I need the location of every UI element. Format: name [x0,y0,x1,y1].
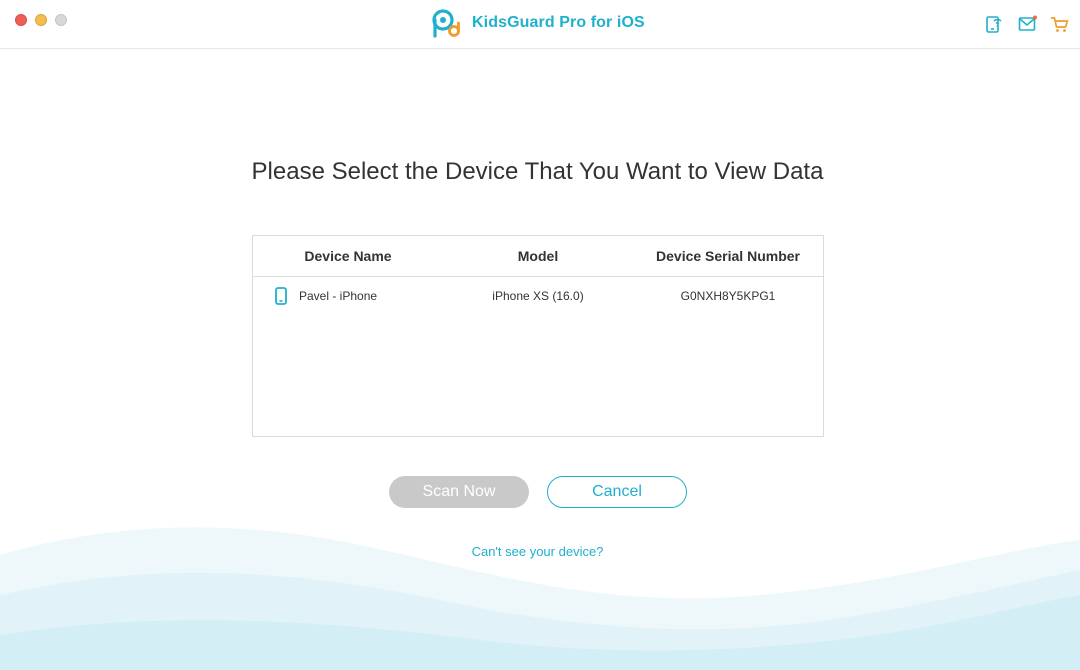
serial-cell: G0NXH8Y5KPG1 [680,289,776,303]
device-name-cell: Pavel - iPhone [299,289,378,303]
kidsguard-logo-icon [432,9,460,38]
phone-icon [275,287,287,305]
column-header-device-name: Device Name [304,248,392,264]
device-wifi-icon[interactable] [984,13,1006,35]
window-maximize-button[interactable] [55,14,67,26]
device-table: Device Name Model Device Serial Number P… [252,235,824,437]
app-title: KidsGuard Pro for iOS [472,14,645,31]
mail-icon[interactable] [1017,13,1039,35]
column-header-model: Model [517,248,559,264]
cancel-button[interactable]: Cancel [547,476,687,508]
brand: KidsGuard Pro for iOS [430,7,645,39]
window-close-button[interactable] [15,14,27,26]
app-window: KidsGuard Pro for iOS Please Select the … [0,0,1080,670]
table-header: Device Name Model Device Serial Number [253,236,823,277]
title-bar: KidsGuard Pro for iOS [0,0,1080,49]
page-title: Please Select the Device That You Want t… [251,158,824,185]
table-row[interactable]: Pavel - iPhone iPhone XS (16.0) G0NXH8Y5… [253,277,823,315]
column-header-serial: Device Serial Number [656,248,800,264]
model-cell: iPhone XS (16.0) [492,289,584,303]
wave-background [0,527,1080,670]
cart-icon[interactable] [1049,13,1071,35]
window-minimize-button[interactable] [35,14,47,26]
cant-see-device-link[interactable]: Can't see your device? [0,544,1075,559]
scan-now-button[interactable]: Scan Now [389,476,529,508]
